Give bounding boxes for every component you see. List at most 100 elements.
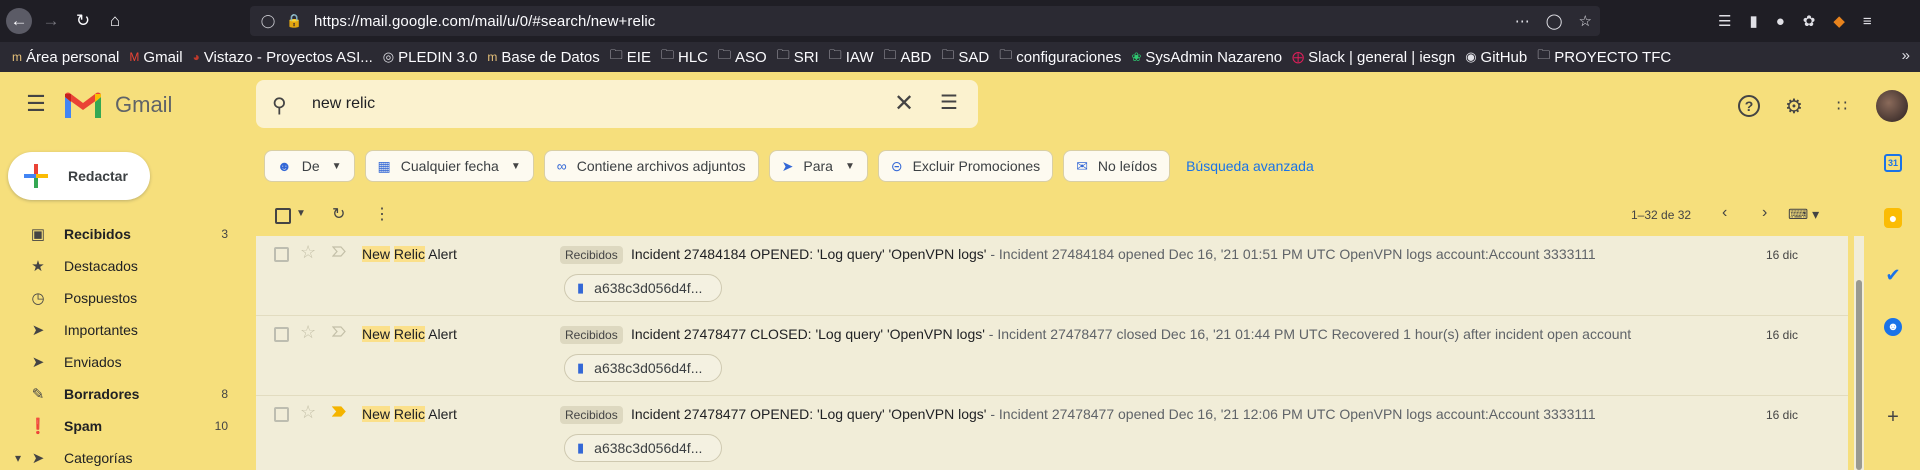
bookmark-proyecto-tfc[interactable]: 🗀 PROYECTO TFC	[1537, 46, 1671, 68]
inbox-label-chip[interactable]: Recibidos	[560, 246, 623, 264]
bookmark-area-personal[interactable]: m Área personal	[12, 49, 119, 66]
sidebar-item-importantes[interactable]: ➤ Importantes	[0, 314, 240, 346]
bookmark-sad[interactable]: 🗀 SAD	[941, 46, 989, 68]
bookmark-pledin[interactable]: ◎ PLEDIN 3.0	[383, 49, 478, 66]
spam-count: 10	[214, 419, 228, 433]
metamask-icon[interactable]: ◆	[1833, 12, 1845, 30]
calendar-icon[interactable]: 31	[1884, 154, 1902, 172]
compose-plus-icon	[24, 164, 48, 188]
chip-de[interactable]: ☻ De ▼	[264, 150, 355, 182]
reload-icon[interactable]: ↻	[70, 8, 96, 34]
settings-gear-icon[interactable]: ⚙	[1780, 92, 1808, 120]
chip-archivos-adjuntos[interactable]: ∞ Contiene archivos adjuntos	[543, 150, 759, 182]
star-icon[interactable]: ☆	[300, 242, 316, 263]
search-options-icon[interactable]: ☰	[940, 90, 958, 115]
bookmark-abd[interactable]: 🗀 ABD	[884, 46, 932, 68]
page-actions-icon[interactable]: ⋯	[1515, 12, 1530, 30]
scrollbar-thumb[interactable]	[1856, 280, 1862, 470]
refresh-icon[interactable]: ↻	[332, 204, 345, 224]
bookmark-star-icon[interactable]: ☆	[1579, 12, 1592, 30]
bookmark-iaw[interactable]: 🗀 IAW	[829, 46, 874, 68]
shield-icon[interactable]: ◯	[260, 13, 276, 29]
input-tools-icon[interactable]: ⌨ ▾	[1788, 206, 1819, 223]
add-addon-icon[interactable]: +	[1882, 406, 1904, 428]
bookmark-configuraciones[interactable]: 🗀 configuraciones	[999, 46, 1121, 68]
extension-f-icon[interactable]: ●	[1776, 13, 1785, 30]
clear-search-icon[interactable]: ✕	[894, 89, 914, 118]
search-icon[interactable]: ⚲	[272, 93, 287, 118]
importance-marker-icon[interactable]	[332, 326, 346, 337]
search-input[interactable]	[312, 90, 872, 118]
sidebar-item-pospuestos[interactable]: ◷ Pospuestos	[0, 282, 240, 314]
chip-excluir-promociones[interactable]: ⊝ Excluir Promociones	[877, 150, 1054, 182]
sidebar-item-enviados[interactable]: ➤ Enviados	[0, 346, 240, 378]
bookmarks-overflow-icon[interactable]: »	[1902, 47, 1910, 64]
pocket-icon[interactable]: ◯	[1546, 12, 1563, 30]
bookmark-github[interactable]: ◉ GitHub	[1465, 49, 1527, 66]
prev-page-icon[interactable]: ‹	[1722, 204, 1727, 222]
bookmark-slack[interactable]: ⨁ Slack | general | iesgn	[1292, 49, 1455, 66]
hamburger-menu-icon[interactable]: ☰	[22, 90, 50, 118]
select-dropdown-icon[interactable]: ▼	[296, 208, 306, 219]
email-row[interactable]: ☆ New Relic Alert Recibidos Incident 274…	[256, 236, 1848, 316]
compose-button[interactable]: Redactar	[8, 152, 150, 200]
gmail-logo-icon[interactable]	[62, 90, 104, 120]
lock-icon[interactable]: 🔒	[286, 13, 302, 29]
more-vert-icon[interactable]: ⋮	[374, 204, 390, 224]
attachment-chip[interactable]: ▮ a638c3d056d4f...	[564, 274, 722, 302]
email-row[interactable]: ☆ New Relic Alert Recibidos Incident 274…	[256, 396, 1848, 470]
gmail-wordmark[interactable]: Gmail	[115, 92, 172, 118]
email-list-scrollbar[interactable]	[1854, 236, 1864, 470]
bookmark-vistazo[interactable]: ◕ Vistazo - Proyectos ASI...	[193, 49, 373, 66]
send-icon: ➤	[31, 354, 45, 371]
forward-arrow-icon[interactable]: →	[38, 8, 64, 34]
email-date: 16 dic	[1765, 248, 1798, 262]
expand-arrow-icon[interactable]: ▾	[10, 451, 26, 465]
attachment-chip[interactable]: ▮ a638c3d056d4f...	[564, 354, 722, 382]
star-icon[interactable]: ☆	[300, 322, 316, 343]
keep-icon[interactable]: ●	[1884, 208, 1902, 228]
importance-marker-icon[interactable]	[332, 406, 346, 417]
inbox-icon: ▣	[30, 226, 46, 243]
chip-cualquier-fecha[interactable]: ▦ Cualquier fecha ▼	[364, 150, 534, 182]
email-row[interactable]: ☆ New Relic Alert Recibidos Incident 274…	[256, 316, 1848, 396]
contacts-icon[interactable]: ☻	[1884, 318, 1902, 336]
bookmark-sysadmin[interactable]: ❀ SysAdmin Nazareno	[1131, 49, 1282, 66]
bookmark-sri[interactable]: 🗀 SRI	[777, 46, 819, 68]
help-icon[interactable]: ?	[1738, 95, 1760, 117]
url-bar[interactable]: ◯ 🔒 https://mail.google.com/mail/u/0/#se…	[250, 6, 1600, 36]
app-menu-icon[interactable]: ≡	[1863, 13, 1872, 30]
extension-dark-icon[interactable]: ✿	[1803, 12, 1816, 30]
bookmark-eie[interactable]: 🗀 EIE	[610, 46, 651, 68]
apps-grid-icon[interactable]: ∷	[1828, 92, 1856, 120]
attachment-chip[interactable]: ▮ a638c3d056d4f...	[564, 434, 722, 462]
sidebar-item-destacados[interactable]: ★ Destacados	[0, 250, 240, 282]
back-arrow-icon[interactable]: ←	[6, 8, 32, 34]
sidebar-item-borradores[interactable]: ✎ Borradores 8	[0, 378, 240, 410]
bookmark-hlc[interactable]: 🗀 HLC	[661, 46, 708, 68]
bookmark-aso[interactable]: 🗀 ASO	[718, 46, 767, 68]
row-checkbox[interactable]	[274, 407, 289, 422]
inbox-label-chip[interactable]: Recibidos	[560, 406, 623, 424]
row-checkbox[interactable]	[274, 327, 289, 342]
advanced-search-link[interactable]: Búsqueda avanzada	[1186, 158, 1314, 174]
star-icon[interactable]: ☆	[300, 402, 316, 423]
bookmark-gmail[interactable]: M Gmail	[129, 49, 182, 66]
next-page-icon[interactable]: ›	[1762, 204, 1767, 222]
row-checkbox[interactable]	[274, 247, 289, 262]
sidebar-item-categorias[interactable]: ▾ ➤ Categorías	[0, 442, 240, 470]
bookmark-base-datos[interactable]: m Base de Datos	[487, 49, 599, 66]
sidebar-item-recibidos[interactable]: ▣ Recibidos 3	[0, 218, 240, 250]
importance-marker-icon[interactable]	[332, 246, 346, 257]
select-all-checkbox[interactable]	[275, 208, 291, 224]
chip-no-leidos[interactable]: ✉ No leídos	[1063, 150, 1171, 182]
library-icon[interactable]: ☰	[1718, 12, 1731, 30]
inbox-label-chip[interactable]: Recibidos	[560, 326, 623, 344]
url-text[interactable]: https://mail.google.com/mail/u/0/#search…	[314, 13, 655, 30]
chip-para[interactable]: ➤ Para ▼	[768, 150, 868, 182]
avatar[interactable]	[1876, 90, 1908, 122]
sidebar-icon[interactable]: ▮	[1749, 12, 1757, 30]
home-icon[interactable]: ⌂	[102, 8, 128, 34]
tasks-icon[interactable]: ✔	[1882, 264, 1904, 286]
sidebar-item-spam[interactable]: ❗ Spam 10	[0, 410, 240, 442]
